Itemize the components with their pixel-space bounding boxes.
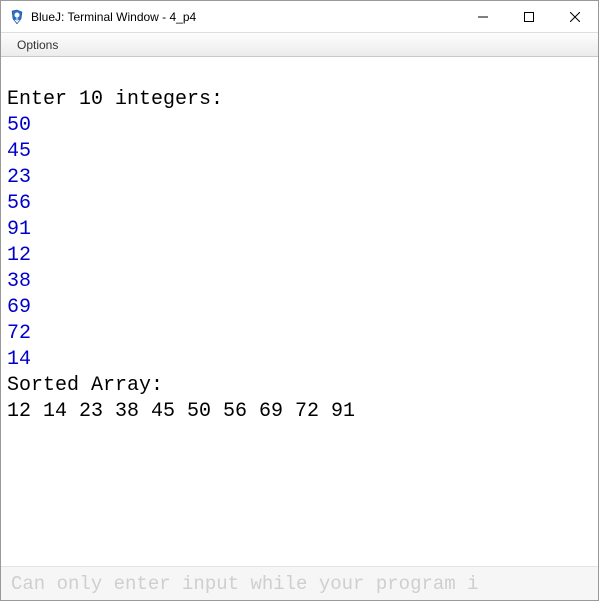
minimize-button[interactable] [460,1,506,32]
window-controls [460,1,598,32]
menubar: Options [1,33,598,57]
sorted-label: Sorted Array: [7,374,163,397]
terminal-input-bar: Can only enter input while your program … [1,566,598,600]
input-line: 50 [7,114,31,137]
titlebar: BlueJ: Terminal Window - 4_p4 [1,1,598,33]
window-title: BlueJ: Terminal Window - 4_p4 [31,10,460,24]
input-line: 72 [7,322,31,345]
prompt-line: Enter 10 integers: [7,88,223,111]
menu-options[interactable]: Options [7,36,68,54]
close-button[interactable] [552,1,598,32]
sorted-values: 12 14 23 38 45 50 56 69 72 91 [7,400,355,423]
input-line: 69 [7,296,31,319]
bluej-icon [9,9,25,25]
input-line: 12 [7,244,31,267]
input-line: 45 [7,140,31,163]
input-line: 14 [7,348,31,371]
input-line: 91 [7,218,31,241]
minimize-icon [478,12,488,22]
close-icon [570,12,580,22]
terminal-output: Enter 10 integers: 50 45 23 56 91 12 38 … [1,57,598,563]
input-line: 23 [7,166,31,189]
maximize-button[interactable] [506,1,552,32]
input-line: 38 [7,270,31,293]
input-placeholder: Can only enter input while your program … [11,573,478,595]
maximize-icon [524,12,534,22]
input-line: 56 [7,192,31,215]
